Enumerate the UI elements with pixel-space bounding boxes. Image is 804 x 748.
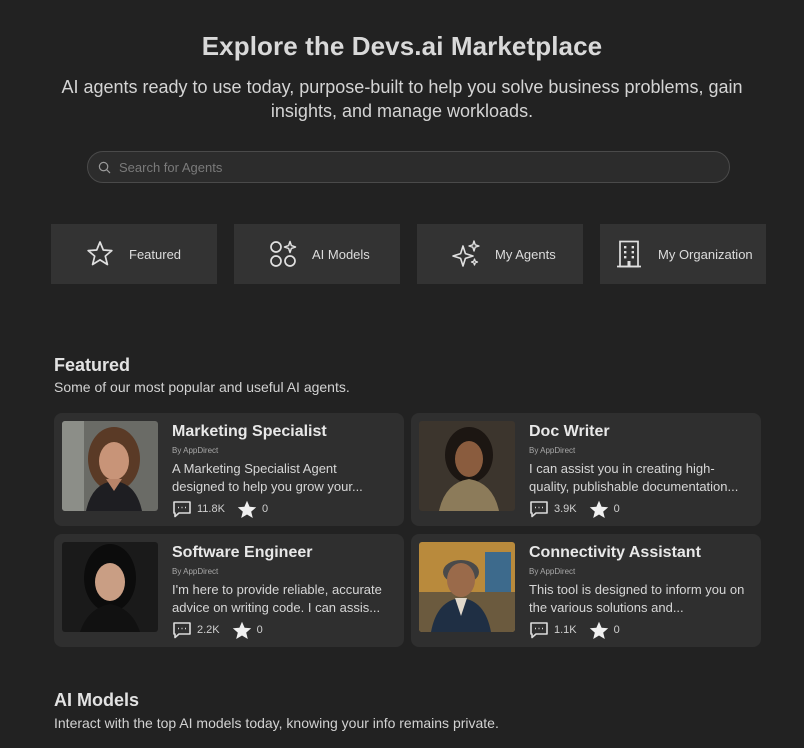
agent-stats: 11.8K 0	[172, 500, 280, 518]
chat-icon	[530, 622, 548, 639]
message-count: 2.2K	[197, 624, 220, 636]
page-subtitle: AI agents ready to use today, purpose-bu…	[61, 77, 743, 121]
agent-name: Connectivity Assistant	[529, 544, 701, 561]
agent-author: By AppDirect	[172, 567, 219, 576]
tab-my-organization[interactable]: My Organization	[600, 224, 766, 284]
search-icon	[98, 161, 111, 173]
search-bar[interactable]	[87, 151, 730, 183]
agent-card-connectivity-assistant[interactable]: Connectivity Assistant By AppDirect This…	[411, 534, 761, 647]
search-input[interactable]	[119, 159, 699, 175]
chat-icon	[173, 622, 191, 639]
agent-avatar	[419, 542, 515, 632]
tab-ai-models[interactable]: AI Models	[234, 224, 400, 284]
message-count: 1.1K	[554, 624, 577, 636]
agent-card-doc-writer[interactable]: Doc Writer By AppDirect I can assist you…	[411, 413, 761, 526]
agent-description: This tool is designed to inform you on t…	[529, 582, 745, 615]
chat-icon	[173, 501, 191, 518]
agent-author: By AppDirect	[529, 567, 576, 576]
agent-description: A Marketing Specialist Agent designed to…	[172, 461, 363, 494]
tab-featured[interactable]: Featured	[51, 224, 217, 284]
tab-my-agents[interactable]: My Agents	[417, 224, 583, 284]
agent-name: Marketing Specialist	[172, 423, 327, 440]
agent-stats: 1.1K 0	[529, 621, 632, 639]
star-icon[interactable]	[237, 500, 257, 519]
agent-card-marketing-specialist[interactable]: Marketing Specialist By AppDirect A Mark…	[54, 413, 404, 526]
star-icon[interactable]	[589, 621, 609, 640]
page-title: Explore the Devs.ai Marketplace	[201, 31, 603, 61]
agent-stats: 3.9K 0	[529, 500, 632, 518]
featured-section-title: Featured	[54, 355, 131, 375]
category-tabs: Featured AI Models My Agents My Organiza…	[51, 224, 766, 284]
star-count: 0	[261, 503, 269, 515]
tab-label: My Agents	[495, 246, 556, 262]
agent-card-software-engineer[interactable]: Software Engineer By AppDirect I'm here …	[54, 534, 404, 647]
agent-author: By AppDirect	[172, 446, 219, 455]
star-icon[interactable]	[589, 500, 609, 519]
star-count: 0	[613, 624, 620, 636]
chat-icon	[530, 501, 548, 518]
featured-section-subtitle: Some of our most popular and useful AI a…	[54, 379, 350, 395]
tab-label: AI Models	[312, 246, 370, 262]
star-icon	[87, 241, 113, 266]
ai-models-section-title: AI Models	[54, 690, 140, 710]
agent-stats: 2.2K 0	[172, 621, 275, 639]
star-count: 0	[613, 503, 620, 515]
building-icon	[617, 240, 641, 268]
tab-label: My Organization	[658, 246, 753, 262]
agent-name: Software Engineer	[172, 544, 313, 561]
ai-models-section-subtitle: Interact with the top AI models today, k…	[54, 715, 499, 731]
agent-avatar	[419, 421, 515, 511]
sparkles-icon	[452, 240, 480, 267]
star-icon[interactable]	[232, 621, 252, 640]
message-count: 3.9K	[554, 503, 577, 515]
message-count: 11.8K	[197, 503, 225, 515]
agent-name: Doc Writer	[529, 423, 610, 440]
star-count: 0	[256, 624, 263, 636]
agent-description: I can assist you in creating high-qualit…	[529, 461, 739, 494]
agent-description: I'm here to provide reliable, accurate a…	[172, 582, 382, 615]
agent-avatar	[62, 542, 158, 632]
tab-label: Featured	[129, 246, 182, 262]
agent-avatar	[62, 421, 158, 511]
agent-author: By AppDirect	[529, 446, 576, 455]
ai-models-icon	[270, 240, 297, 267]
